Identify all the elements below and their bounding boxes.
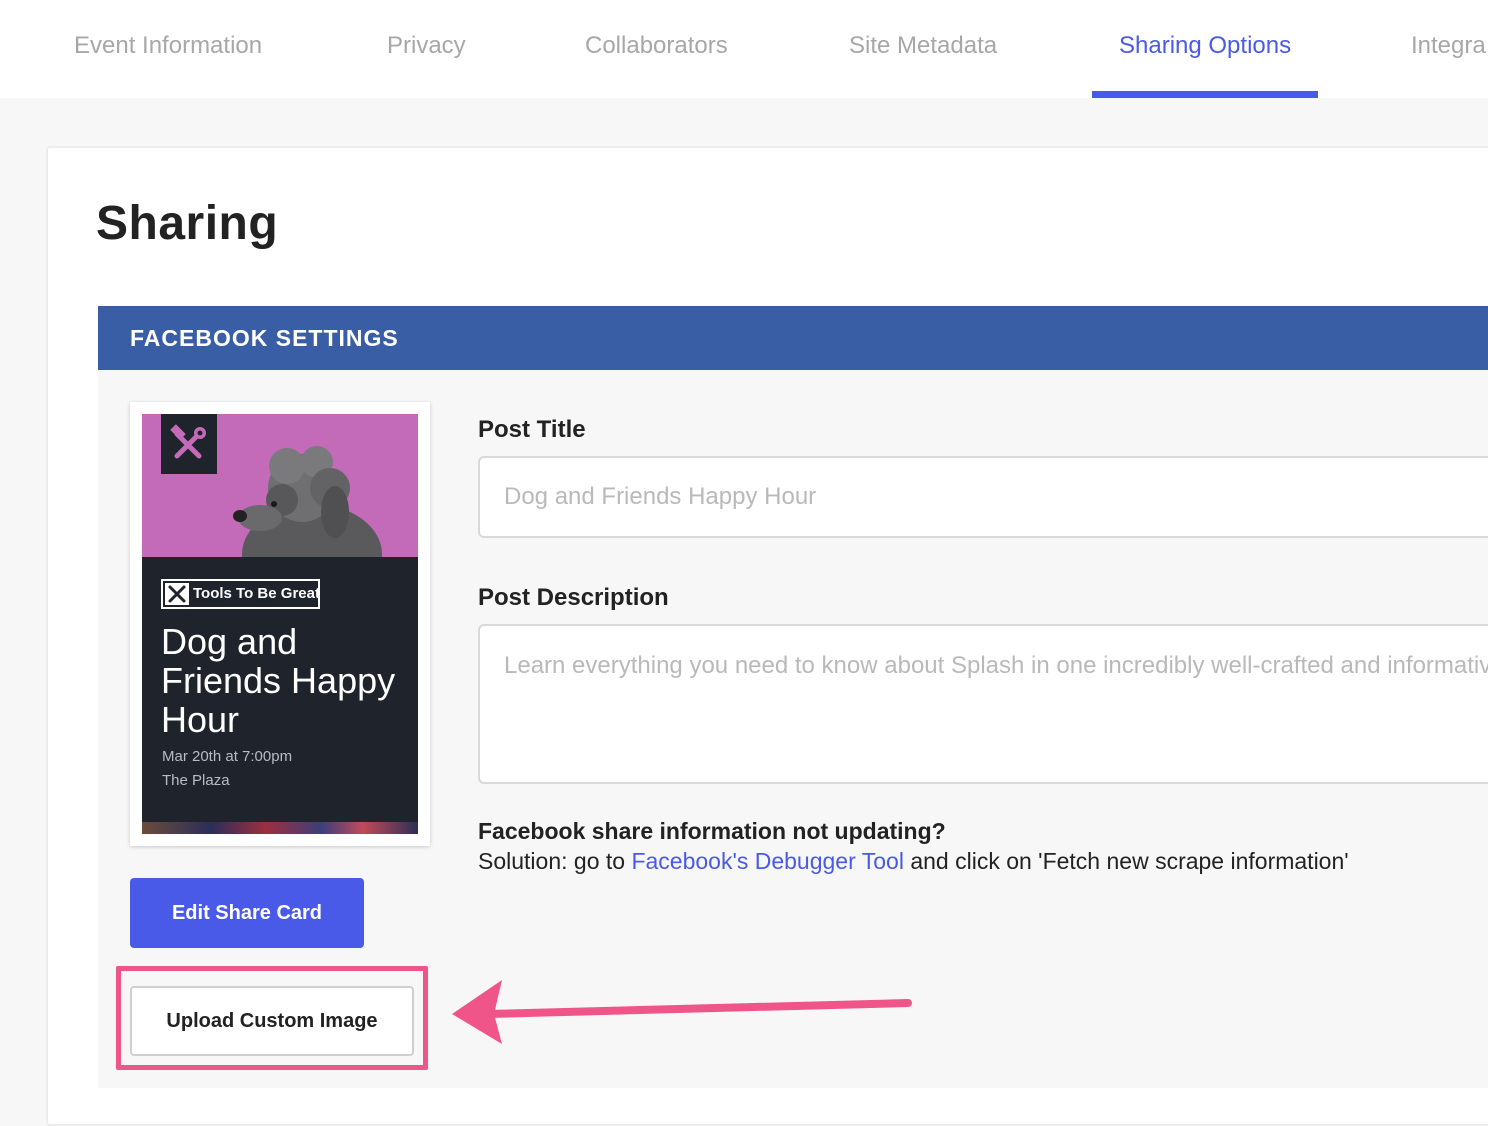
tab-site-metadata[interactable]: Site Metadata <box>849 0 997 98</box>
tab-event-information[interactable]: Event Information <box>74 0 262 98</box>
help-text: Solution: go to Facebook's Debugger Tool… <box>478 848 1349 875</box>
tools-icon <box>170 424 206 459</box>
help-suffix: and click on 'Fetch new scrape informati… <box>910 848 1349 874</box>
brand-badge: Tools To Be Great <box>161 579 320 609</box>
pointer-arrow-icon <box>452 980 912 1044</box>
brand-name: Tools To Be Great <box>193 585 320 602</box>
post-title-label: Post Title <box>478 416 586 443</box>
brand-logo-tile <box>161 414 217 474</box>
help-heading: Facebook share information not updating? <box>478 818 946 844</box>
active-tab-indicator <box>1092 91 1318 98</box>
share-card-venue: The Plaza <box>162 772 230 789</box>
tab-bar: Event Information Privacy Collaborators … <box>0 0 1488 98</box>
tab-collaborators[interactable]: Collaborators <box>585 0 728 98</box>
share-card-date: Mar 20th at 7:00pm <box>162 748 293 765</box>
tab-integrations[interactable]: Integra <box>1411 0 1486 98</box>
tab-privacy[interactable]: Privacy <box>387 0 466 98</box>
share-card-photo-strip <box>142 822 418 834</box>
page-title: Sharing <box>96 197 279 250</box>
facebook-settings-title: FACEBOOK SETTINGS <box>130 325 399 351</box>
help-prefix: Solution: go to <box>478 848 626 874</box>
facebook-debugger-link[interactable]: Facebook's Debugger Tool <box>631 848 903 874</box>
post-title-input[interactable] <box>478 456 1488 538</box>
post-description-input[interactable] <box>478 624 1488 784</box>
upload-custom-image-button[interactable]: Upload Custom Image <box>130 986 414 1056</box>
tools-icon <box>165 583 189 605</box>
post-description-label: Post Description <box>478 584 669 611</box>
share-card-event-title: Dog and Friends Happy Hour <box>161 621 396 740</box>
edit-share-card-button[interactable]: Edit Share Card <box>130 878 364 948</box>
tab-sharing-options[interactable]: Sharing Options <box>1119 0 1291 98</box>
facebook-settings-header: FACEBOOK SETTINGS <box>98 306 1488 370</box>
